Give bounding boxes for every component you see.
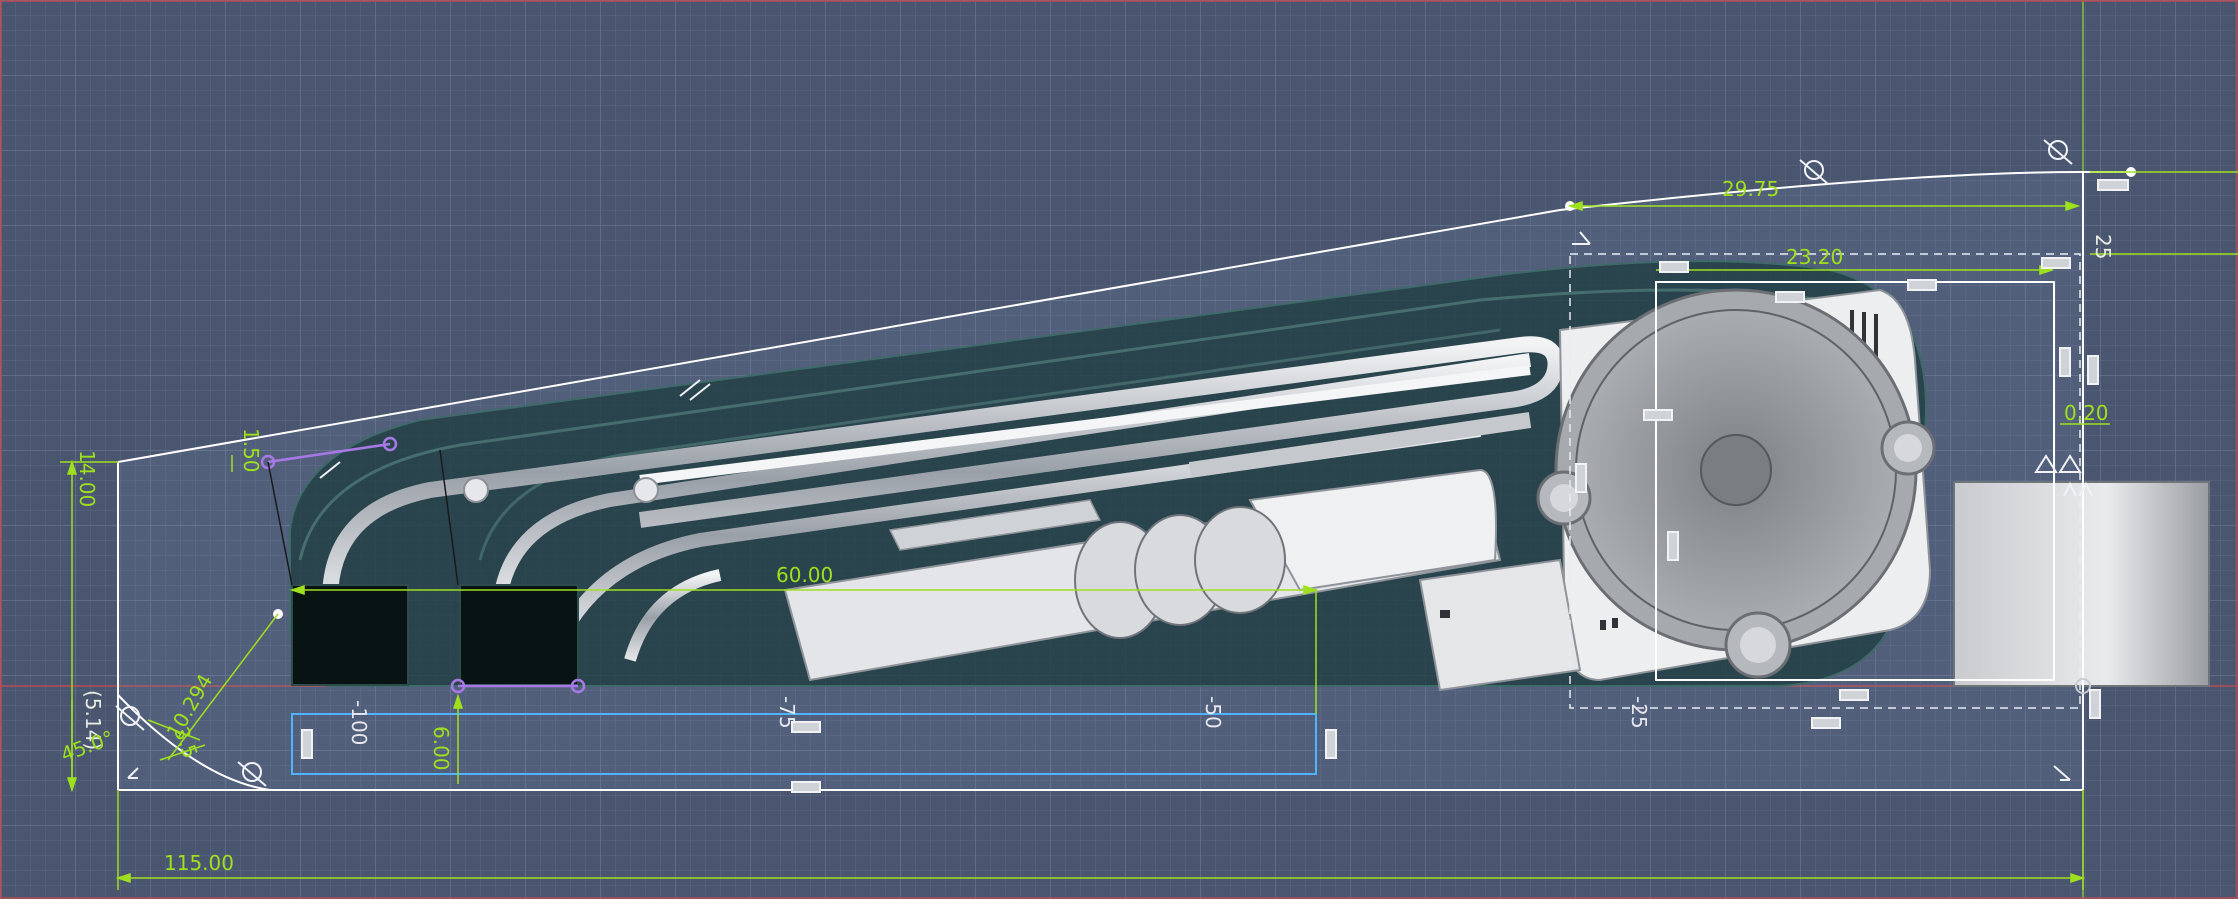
vertical-constraint-icon[interactable] xyxy=(1325,729,1337,759)
vertical-constraint-icon[interactable] xyxy=(2059,347,2071,377)
dimension-14-00: 14.00 xyxy=(75,450,99,507)
dimension-23-20: 23.20 xyxy=(1786,245,1843,269)
horizontal-constraint-icon[interactable] xyxy=(1775,291,1805,303)
thermal-pad-right[interactable] xyxy=(459,584,579,686)
exhaust-block[interactable] xyxy=(1953,481,2210,687)
dimension-29-75: 29.75 xyxy=(1722,177,1779,201)
horizontal-constraint-icon[interactable] xyxy=(2041,257,2071,269)
vertical-constraint-icon[interactable] xyxy=(2089,689,2101,719)
horizontal-constraint-icon[interactable] xyxy=(1907,279,1937,291)
ruler-tick: -100 xyxy=(347,700,371,745)
sketch-canvas[interactable]: 29.75 23.20 25 0.20 14.00 1.50 60.00 6.0… xyxy=(0,0,2238,899)
cad-sketch-viewport[interactable]: 29.75 23.20 25 0.20 14.00 1.50 60.00 6.0… xyxy=(0,0,2238,899)
dimension-1-50: 1.50 xyxy=(239,428,263,473)
vertical-constraint-icon[interactable] xyxy=(1667,531,1679,561)
horizontal-constraint-icon[interactable] xyxy=(1659,261,1689,273)
horizontal-constraint-icon[interactable] xyxy=(791,721,821,733)
ruler-tick: -50 xyxy=(1201,696,1225,729)
horizontal-constraint-icon[interactable] xyxy=(1643,409,1673,421)
dimension-25: 25 xyxy=(2091,234,2115,259)
dimension-60-00: 60.00 xyxy=(776,563,833,587)
dimension-6-00: 6.00 xyxy=(429,726,453,771)
horizontal-constraint-icon[interactable] xyxy=(791,781,821,793)
horizontal-constraint-icon[interactable] xyxy=(1839,689,1869,701)
vertical-constraint-icon[interactable] xyxy=(301,729,313,759)
horizontal-constraint-icon[interactable] xyxy=(1811,717,1841,729)
dimension-0-20: 0.20 xyxy=(2064,401,2109,425)
thermal-pad-left[interactable] xyxy=(291,584,409,686)
ruler-tick: -25 xyxy=(1627,696,1651,729)
dimension-115-00: 115.00 xyxy=(164,851,234,875)
horizontal-constraint-icon[interactable] xyxy=(2097,179,2129,191)
vertical-constraint-icon[interactable] xyxy=(2087,355,2099,385)
vertical-constraint-icon[interactable] xyxy=(1575,463,1587,493)
